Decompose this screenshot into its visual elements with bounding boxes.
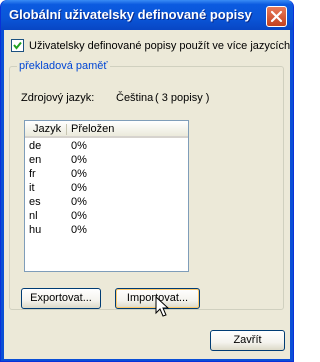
multilanguage-option[interactable]: Uživatelsky definované popisy použít ve … — [11, 39, 290, 52]
multilanguage-checkbox-label: Uživatelsky definované popisy použít ve … — [29, 39, 291, 52]
translated-percent: 0% — [71, 210, 87, 222]
column-divider[interactable] — [66, 124, 67, 135]
language-list[interactable]: Jazyk Přeložen de 0% en 0% fr 0% it 0% e… — [24, 120, 189, 272]
list-item[interactable]: fr 0% — [25, 168, 188, 182]
window-title: Globální uživatelsky definované popisy — [9, 7, 252, 22]
translated-percent: 0% — [71, 224, 87, 236]
source-language-label: Zdrojový jazyk: — [21, 92, 95, 104]
source-caption-count: ( 3 popisy ) — [155, 92, 210, 104]
language-code: es — [29, 196, 41, 208]
language-code: nl — [29, 210, 38, 222]
group-title: překladová paměť — [17, 60, 110, 72]
dialog-window: Globální uživatelsky definované popisy U… — [0, 0, 294, 362]
list-item[interactable]: es 0% — [25, 196, 188, 210]
language-code: de — [29, 140, 42, 152]
translation-memory-group: překladová paměť Zdrojový jazyk: Čeština… — [9, 60, 284, 310]
list-header: Jazyk Přeložen — [25, 121, 188, 138]
multilanguage-checkbox[interactable] — [11, 39, 24, 52]
list-item[interactable]: en 0% — [25, 154, 188, 168]
close-icon — [270, 10, 283, 23]
language-code: it — [29, 182, 35, 194]
source-language-value: Čeština — [116, 92, 154, 104]
export-button[interactable]: Exportovat... — [21, 288, 101, 309]
dialog-client-area: Uživatelsky definované popisy použít ve … — [4, 30, 290, 359]
translated-percent: 0% — [71, 168, 87, 180]
translated-percent: 0% — [71, 182, 87, 194]
translated-percent: 0% — [71, 196, 87, 208]
window-close-button[interactable] — [266, 6, 287, 27]
translated-percent: 0% — [71, 140, 87, 152]
list-item[interactable]: it 0% — [25, 182, 188, 196]
language-code: fr — [29, 168, 36, 180]
list-item[interactable]: nl 0% — [25, 210, 188, 224]
translated-percent: 0% — [71, 154, 87, 166]
column-header-language[interactable]: Jazyk — [33, 123, 61, 135]
language-code: en — [29, 154, 42, 166]
title-bar[interactable]: Globální uživatelsky definované popisy — [1, 0, 293, 30]
column-header-translated[interactable]: Přeložen — [71, 123, 114, 135]
mouse-cursor-icon — [155, 296, 169, 317]
list-item[interactable]: de 0% — [25, 140, 188, 154]
close-button[interactable]: Zavřít — [210, 330, 285, 351]
list-item[interactable]: hu 0% — [25, 224, 188, 238]
language-code: hu — [29, 224, 42, 236]
checkmark-icon — [13, 41, 22, 50]
